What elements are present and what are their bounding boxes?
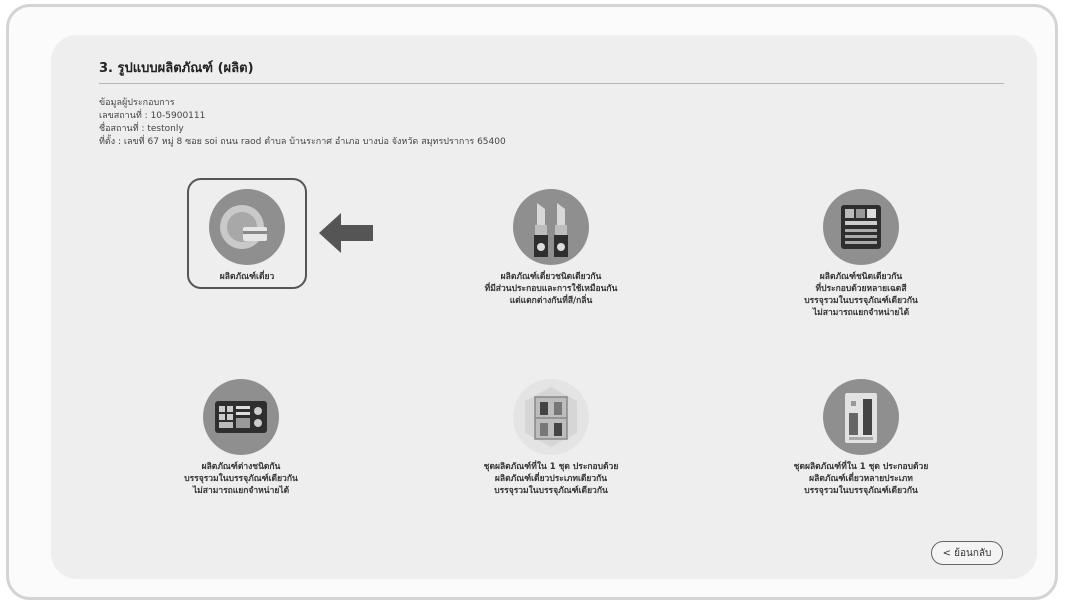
title-divider	[99, 83, 1004, 84]
lipstick-icon	[513, 189, 589, 265]
operator-info: ข้อมูลผู้ประกอบการ เลขสถานที่ : 10-59001…	[99, 97, 506, 149]
window-frame: 3. รูปแบบผลิตภัณฑ์ (ผลิต) ข้อมูลผู้ประกอ…	[6, 4, 1058, 600]
option-caption: ชุดผลิตภัณฑ์ที่ใน 1 ชุด ประกอบด้วย ผลิตภ…	[483, 462, 619, 496]
bottle-set-icon	[513, 379, 589, 455]
food-plate-icon	[209, 189, 285, 265]
section-title: 3. รูปแบบผลิตภัณฑ์ (ผลิต)	[99, 61, 254, 76]
option-set-multi-category[interactable]: ชุดผลิตภัณฑ์ที่ใน 1 ชุด ประกอบด้วย ผลิตภ…	[761, 379, 961, 497]
operator-license: เลขสถานที่ : 10-5900111	[99, 111, 206, 121]
option-single-product[interactable]: ผลิตภัณฑ์เดี่ยว	[197, 189, 297, 283]
option-caption: ผลิตภัณฑ์ต่างชนิดกัน บรรจุรวมในบรรจุภัณฑ…	[184, 462, 298, 496]
option-set-same-category[interactable]: ชุดผลิตภัณฑ์ที่ใน 1 ชุด ประกอบด้วย ผลิตภ…	[451, 379, 651, 497]
pointer-arrow-icon	[319, 213, 373, 253]
option-same-type-different-flavor[interactable]: ผลิตภัณฑ์เดี่ยวชนิดเดียวกัน ที่มีส่วนประ…	[451, 189, 651, 307]
makeup-kit-icon	[203, 379, 279, 455]
product-set-icon	[823, 379, 899, 455]
option-caption: ผลิตภัณฑ์ชนิดเดียวกัน ที่ประกอบด้วยหลายเ…	[804, 272, 918, 318]
palette-icon	[823, 189, 899, 265]
option-caption: ผลิตภัณฑ์เดี่ยว	[219, 272, 275, 282]
option-different-type-one-pack[interactable]: ผลิตภัณฑ์ต่างชนิดกัน บรรจุรวมในบรรจุภัณฑ…	[141, 379, 341, 497]
option-same-type-multi-color[interactable]: ผลิตภัณฑ์ชนิดเดียวกัน ที่ประกอบด้วยหลายเ…	[761, 189, 961, 319]
option-caption: ชุดผลิตภัณฑ์ที่ใน 1 ชุด ประกอบด้วย ผลิตภ…	[793, 462, 929, 496]
content-panel: 3. รูปแบบผลิตภัณฑ์ (ผลิต) ข้อมูลผู้ประกอ…	[51, 35, 1037, 579]
back-button[interactable]: < ย้อนกลับ	[931, 541, 1003, 565]
operator-address: ที่ตั้ง : เลขที่ 67 หมู่ 8 ซอย soi ถนน r…	[99, 137, 506, 147]
operator-heading: ข้อมูลผู้ประกอบการ	[99, 98, 175, 108]
operator-name: ชื่อสถานที่ : testonly	[99, 124, 184, 134]
option-caption: ผลิตภัณฑ์เดี่ยวชนิดเดียวกัน ที่มีส่วนประ…	[484, 272, 618, 306]
